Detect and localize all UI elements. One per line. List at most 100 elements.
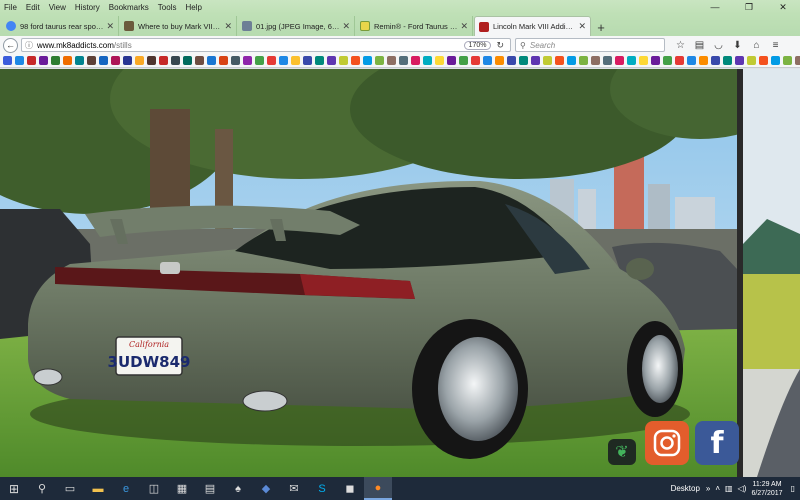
- bookmark-favicon-icon[interactable]: [63, 56, 72, 65]
- menu-tools[interactable]: Tools: [158, 3, 177, 12]
- bookmark-favicon-icon[interactable]: [579, 56, 588, 65]
- reading-list-icon[interactable]: ▤: [690, 40, 709, 51]
- restore-button[interactable]: ❐: [732, 0, 766, 14]
- menu-edit[interactable]: Edit: [26, 3, 40, 12]
- bookmark-favicon-icon[interactable]: [603, 56, 612, 65]
- bookmark-favicon-icon[interactable]: [327, 56, 336, 65]
- bookmark-favicon-icon[interactable]: [111, 56, 120, 65]
- bookmark-favicon-icon[interactable]: [135, 56, 144, 65]
- bookmark-favicon-icon[interactable]: [207, 56, 216, 65]
- taskbar-firefox[interactable]: ●: [364, 477, 392, 500]
- bookmark-favicon-icon[interactable]: [555, 56, 564, 65]
- bookmark-favicon-icon[interactable]: [543, 56, 552, 65]
- taskbar-mail[interactable]: ✉: [280, 477, 308, 500]
- taskbar-app-blue[interactable]: ◆: [252, 477, 280, 500]
- bookmark-favicon-icon[interactable]: [759, 56, 768, 65]
- bookmark-favicon-icon[interactable]: [231, 56, 240, 65]
- bookmark-favicon-icon[interactable]: [615, 56, 624, 65]
- bookmark-favicon-icon[interactable]: [723, 56, 732, 65]
- network-icon[interactable]: ▥: [725, 484, 733, 493]
- bookmark-favicon-icon[interactable]: [27, 56, 36, 65]
- site-info-icon[interactable]: ⓘ: [25, 40, 33, 51]
- bookmark-favicon-icon[interactable]: [423, 56, 432, 65]
- menu-file[interactable]: File: [4, 3, 17, 12]
- facebook-button[interactable]: f: [695, 421, 739, 465]
- bookmark-favicon-icon[interactable]: [147, 56, 156, 65]
- start-button[interactable]: ⊞: [0, 477, 28, 500]
- taskbar-calendar[interactable]: ▤: [196, 477, 224, 500]
- download-icon[interactable]: ⬇: [728, 40, 747, 51]
- close-tab-icon[interactable]: ✕: [342, 21, 350, 32]
- bookmark-favicon-icon[interactable]: [435, 56, 444, 65]
- menu-view[interactable]: View: [49, 3, 66, 12]
- url-bar[interactable]: ⓘ www.mk8addicts.com/stills 170% ↻: [21, 38, 511, 52]
- bookmark-favicon-icon[interactable]: [771, 56, 780, 65]
- new-tab-button[interactable]: +: [592, 18, 610, 36]
- bookmark-favicon-icon[interactable]: [447, 56, 456, 65]
- bookmark-favicon-icon[interactable]: [411, 56, 420, 65]
- minimize-button[interactable]: —: [698, 0, 732, 14]
- bookmark-star-icon[interactable]: ☆: [671, 40, 690, 51]
- bookmark-favicon-icon[interactable]: [363, 56, 372, 65]
- bookmark-favicon-icon[interactable]: [375, 56, 384, 65]
- volume-icon[interactable]: ◁): [738, 484, 747, 493]
- bookmark-favicon-icon[interactable]: [519, 56, 528, 65]
- bookmark-favicon-icon[interactable]: [255, 56, 264, 65]
- bookmark-favicon-icon[interactable]: [675, 56, 684, 65]
- bookmark-favicon-icon[interactable]: [783, 56, 792, 65]
- bookmark-favicon-icon[interactable]: [279, 56, 288, 65]
- taskbar-task-view[interactable]: ▭: [56, 477, 84, 500]
- bookmark-favicon-icon[interactable]: [483, 56, 492, 65]
- bookmark-favicon-icon[interactable]: [711, 56, 720, 65]
- menu-history[interactable]: History: [75, 3, 100, 12]
- bookmark-favicon-icon[interactable]: [267, 56, 276, 65]
- bookmark-favicon-icon[interactable]: [651, 56, 660, 65]
- bookmark-favicon-icon[interactable]: [171, 56, 180, 65]
- bookmark-favicon-icon[interactable]: [507, 56, 516, 65]
- tray-overflow-icon[interactable]: »: [706, 484, 710, 493]
- leaf-button[interactable]: ❦: [608, 439, 636, 465]
- tab-remin[interactable]: Remin® - Ford Taurus 1996 ✕: [356, 16, 473, 36]
- taskbar-file-explorer[interactable]: ▬: [84, 477, 112, 500]
- bookmark-favicon-icon[interactable]: [639, 56, 648, 65]
- notifications-icon[interactable]: ▯: [791, 484, 795, 493]
- close-tab-icon[interactable]: ✕: [460, 21, 468, 32]
- instagram-button[interactable]: [645, 421, 689, 465]
- bookmark-favicon-icon[interactable]: [51, 56, 60, 65]
- bookmark-favicon-icon[interactable]: [195, 56, 204, 65]
- taskbar-solitaire[interactable]: ♠: [224, 477, 252, 500]
- taskbar-skype[interactable]: S: [308, 477, 336, 500]
- bookmark-favicon-icon[interactable]: [291, 56, 300, 65]
- bookmark-favicon-icon[interactable]: [87, 56, 96, 65]
- bookmark-favicon-icon[interactable]: [699, 56, 708, 65]
- bookmark-favicon-icon[interactable]: [39, 56, 48, 65]
- bookmark-favicon-icon[interactable]: [795, 56, 800, 65]
- bookmark-favicon-icon[interactable]: [687, 56, 696, 65]
- hamburger-menu-icon[interactable]: ≡: [766, 40, 785, 51]
- bookmark-favicon-icon[interactable]: [591, 56, 600, 65]
- close-tab-icon[interactable]: ✕: [106, 21, 114, 32]
- bookmark-favicon-icon[interactable]: [3, 56, 12, 65]
- close-window-button[interactable]: ✕: [766, 0, 800, 14]
- close-tab-icon[interactable]: ✕: [578, 21, 586, 32]
- home-icon[interactable]: ⌂: [747, 40, 766, 51]
- bookmark-favicon-icon[interactable]: [183, 56, 192, 65]
- bookmark-favicon-icon[interactable]: [315, 56, 324, 65]
- bookmark-favicon-icon[interactable]: [75, 56, 84, 65]
- bookmark-favicon-icon[interactable]: [159, 56, 168, 65]
- tab-mk8addicts[interactable]: Lincoln Mark VIII Addicts | St ✕: [474, 16, 591, 36]
- taskbar-search[interactable]: ⚲: [28, 477, 56, 500]
- bookmark-favicon-icon[interactable]: [531, 56, 540, 65]
- url-text[interactable]: www.mk8addicts.com/stills: [37, 41, 464, 50]
- bookmark-favicon-icon[interactable]: [495, 56, 504, 65]
- close-tab-icon[interactable]: ✕: [224, 21, 232, 32]
- bookmark-favicon-icon[interactable]: [735, 56, 744, 65]
- reload-icon[interactable]: ↻: [496, 40, 504, 51]
- tab-google-search[interactable]: 98 ford taurus rear spoiler - G ✕: [2, 16, 119, 36]
- bookmark-favicon-icon[interactable]: [351, 56, 360, 65]
- tab-spoiler-forum[interactable]: Where to buy Mark VIII Spoile ✕: [120, 16, 237, 36]
- bookmark-favicon-icon[interactable]: [747, 56, 756, 65]
- taskbar-edge[interactable]: e: [112, 477, 140, 500]
- desktop-toolbar-label[interactable]: Desktop: [671, 484, 700, 493]
- bookmark-favicon-icon[interactable]: [567, 56, 576, 65]
